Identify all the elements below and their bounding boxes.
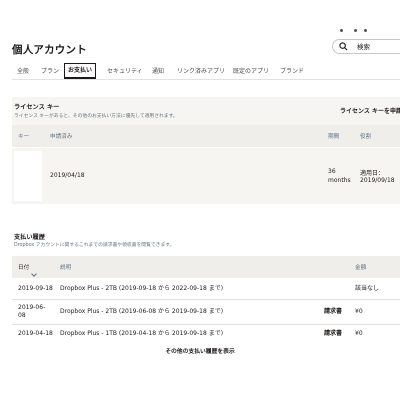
tab-payments[interactable]: お支払い (64, 63, 97, 79)
payment-description: Dropbox Plus - 2TB (2019-09-18 から 2022-0… (60, 285, 224, 292)
column-date: 日付 (18, 265, 30, 271)
invoice-link[interactable]: 請求書 (324, 330, 342, 338)
payment-date: 2019-06- (18, 304, 46, 311)
table-row: 2019-06- 08 Dropbox Plus - 2TB (2019-06-… (12, 300, 400, 325)
payment-date-continued: 08 (18, 312, 26, 319)
search-icon (339, 42, 348, 51)
column-period: 期間 (328, 134, 340, 140)
tab-security[interactable]: セキュリティ (107, 64, 143, 79)
license-requested-date: 2019/04/18 (50, 172, 85, 179)
payment-table-header: 日付 説明 金額 (12, 256, 400, 278)
tab-plan[interactable]: プラン (41, 64, 59, 79)
column-date-sort[interactable]: 日付 (18, 263, 38, 277)
payment-amount: ¥0 (355, 330, 363, 337)
column-amount: 金額 (355, 265, 367, 271)
search-input[interactable] (357, 41, 400, 52)
tab-general[interactable]: 全般 (17, 64, 29, 79)
license-period-unit: months (328, 177, 351, 184)
license-period-number: 36 (328, 168, 336, 175)
payment-description: Dropbox Plus - 1TB (2019-04-18 から 2019-0… (60, 330, 224, 337)
payment-history-header: 支払い履歴 Dropbox アカウントに関するこれまでの請求書や領収書を閲覧でき… (12, 227, 400, 253)
column-role: 役割 (360, 134, 372, 140)
search-box[interactable] (332, 39, 400, 54)
settings-tabs: 全般 プラン お支払い セキュリティ 通知 リンク済みアプリ 既定のアプリ ブラ… (12, 63, 400, 80)
license-role-label: 適用日： (360, 170, 385, 177)
tab-linked-apps[interactable]: リンク済みアプリ (177, 64, 225, 79)
payment-description: Dropbox Plus - 2TB (2019-06-08 から 2019-0… (60, 308, 224, 315)
sort-chevron-down-icon (31, 271, 38, 277)
payment-amount: ¥0 (355, 308, 363, 315)
page-title: 個人アカウント (12, 44, 87, 56)
apply-license-key-link[interactable]: ライセンス キーを申請 (340, 106, 400, 115)
license-key-title: ライセンス キー (14, 104, 60, 111)
payment-date: 2019-04-18 (18, 330, 53, 337)
table-row: 2019-04-18 Dropbox Plus - 1TB (2019-04-1… (12, 325, 400, 343)
column-requested: 申請済み (50, 134, 73, 140)
tab-branding[interactable]: ブランド (280, 64, 304, 79)
table-row: 2019-09-18 Dropbox Plus - 2TB (2019-09-1… (12, 278, 400, 300)
payment-date: 2019-09-18 (18, 285, 53, 292)
payment-amount: 該当なし (355, 285, 380, 292)
payment-history-title: 支払い履歴 (14, 234, 45, 241)
license-key-description: ライセンス キーがあると、その他のお支払い方法に優先して適用されます。 (14, 114, 178, 119)
license-key-header: ライセンス キー ライセンス キーがあると、その他のお支払い方法に優先して適用さ… (12, 97, 400, 125)
top-toolbar-fragment (336, 29, 396, 35)
license-key-value (14, 151, 42, 201)
license-table-header: キー 申請済み 期間 役割 (12, 125, 400, 147)
column-key: キー (18, 134, 30, 140)
license-role-date: 2019/09/18 (360, 177, 395, 184)
license-row: 2019/04/18 36 months 適用日： 2019/09/18 (12, 148, 400, 204)
tab-notifications[interactable]: 通知 (152, 64, 164, 79)
tab-default-apps[interactable]: 既定のアプリ (233, 64, 269, 79)
column-description: 説明 (60, 265, 72, 271)
invoice-link[interactable]: 請求書 (324, 308, 342, 316)
payment-history-description: Dropbox アカウントに関するこれまでの請求書や領収書を閲覧できます。 (14, 243, 175, 248)
show-more-payments-link[interactable]: その他の支払い履歴を表示 (0, 346, 400, 355)
